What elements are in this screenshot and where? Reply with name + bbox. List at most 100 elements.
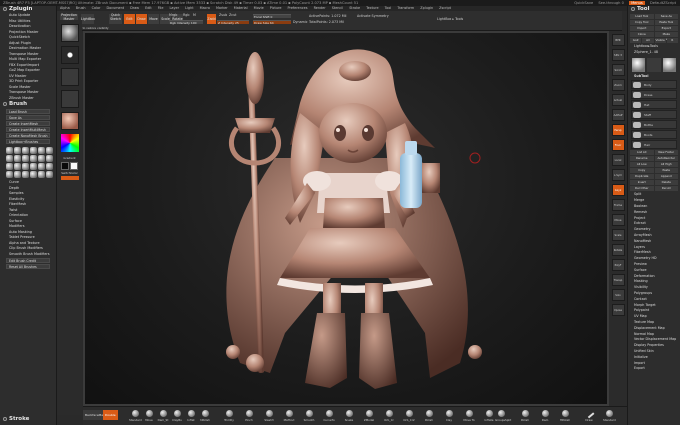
menu-render[interactable]: Render	[314, 6, 326, 10]
brush-swatch[interactable]	[6, 163, 13, 170]
actual-button[interactable]: Actual	[611, 94, 625, 106]
quick-sketch-button[interactable]: Quick Sketch	[109, 13, 122, 24]
r-button[interactable]: R	[666, 38, 678, 43]
clone-button[interactable]: Clone	[630, 32, 654, 37]
local-button[interactable]: Local	[611, 154, 625, 166]
color-alternate-button[interactable]	[60, 176, 79, 180]
brush-swatch[interactable]	[14, 155, 21, 162]
brush-slot[interactable]: Move To	[463, 410, 475, 422]
tool-thumbnail[interactable]	[662, 57, 676, 72]
brush-slot[interactable]: TrimDy	[223, 410, 235, 422]
rgb-toggle[interactable]: Rgb	[183, 13, 189, 17]
frame-button[interactable]: Frame	[611, 199, 625, 211]
brush-swatch[interactable]	[6, 147, 13, 154]
bpr-button[interactable]: BPR	[611, 34, 625, 46]
menu-stroke[interactable]: Stroke	[349, 6, 360, 10]
brush-slot[interactable]: Snake	[343, 410, 355, 422]
brush-slot[interactable]: HPolish	[559, 410, 571, 422]
menu-macro[interactable]: Macro	[200, 6, 210, 10]
texture-thumbnail[interactable]	[60, 90, 79, 108]
brush-swatch[interactable]	[46, 155, 53, 162]
double-toggle[interactable]: Double	[103, 410, 118, 420]
rename-button[interactable]: Rename	[630, 156, 654, 162]
subtool-item[interactable]: Hair	[631, 140, 677, 150]
brush-slot[interactable]: Orb_Cr	[383, 410, 395, 422]
menu-preferences[interactable]: Preferences	[288, 6, 308, 10]
subtool-item[interactable]: Hat	[631, 100, 677, 110]
brush-slot[interactable]: Pinch	[243, 410, 255, 422]
zadd-button[interactable]: Zadd	[207, 14, 216, 24]
visible-button[interactable]: Visible	[654, 38, 666, 43]
brush-slot[interactable]: GroupsSplit	[495, 410, 511, 422]
edit-brush-credit-button[interactable]: Edit Brush Credit	[6, 258, 50, 263]
secondary-color-swatch[interactable]	[70, 162, 78, 170]
brush-swatch[interactable]	[22, 171, 29, 178]
brush-thumbnail[interactable]	[60, 46, 79, 64]
append-button[interactable]: Append	[654, 174, 678, 180]
rgb-intensity-slider[interactable]: Rgb Intensity 100	[169, 20, 203, 25]
zcut-button[interactable]: Zcut	[229, 13, 236, 17]
gxyz-button[interactable]: Gxyz	[611, 184, 625, 196]
brush-swatch[interactable]	[14, 147, 21, 154]
floor-button[interactable]: Floor	[611, 139, 625, 151]
solo-button[interactable]: Solo	[611, 289, 625, 301]
tool-thumbnail[interactable]	[632, 57, 646, 72]
scale-view-button[interactable]: Scale	[611, 229, 625, 241]
subtool-item[interactable]: Bottle	[631, 120, 677, 130]
gradient-label[interactable]: Gradient	[57, 156, 82, 160]
brush-slot[interactable]: ZModel	[363, 410, 375, 422]
menu-transform[interactable]: Transform	[397, 6, 414, 10]
brush-slot[interactable]: Move	[143, 410, 155, 422]
menu-marker[interactable]: Marker	[216, 6, 228, 10]
brush-slot[interactable]: Dam_St	[157, 410, 169, 422]
all-button[interactable]: All	[642, 38, 654, 43]
goz-button[interactable]: GoZ	[630, 38, 642, 43]
stroke-thumbnail[interactable]	[60, 68, 79, 86]
mrgb-toggle[interactable]: Mrgb	[169, 13, 177, 17]
scroll-button[interactable]: Scroll	[611, 64, 625, 76]
paste-tool-button[interactable]: Paste Tool	[654, 20, 678, 25]
subtool-header[interactable]: SubTool	[628, 74, 680, 80]
brush-palette-header[interactable]: Brush	[0, 101, 56, 108]
create-insertmesh-button[interactable]: Create InsertMesh	[6, 121, 50, 126]
create-insertmultimesh-button[interactable]: Create InsertMultiMesh	[6, 127, 50, 132]
dynamic-toggle[interactable]: Dynamic	[293, 20, 308, 24]
menu-stencil[interactable]: Stencil	[332, 6, 343, 10]
menu-zplugin[interactable]: Zplugin	[420, 6, 433, 10]
palette-toggle-icon[interactable]	[3, 416, 7, 421]
switch-color-label[interactable]: SwitchColor	[57, 171, 82, 175]
menu-document[interactable]: Document	[107, 6, 125, 10]
menus-button[interactable]: Menus	[629, 1, 645, 5]
insert-button[interactable]: Insert	[630, 180, 654, 186]
copy-subtool-button[interactable]: Copy	[630, 168, 654, 174]
main-color-swatch[interactable]	[61, 162, 69, 170]
brush-swatch[interactable]	[30, 147, 37, 154]
make-polymesh-button[interactable]: Make PolyMesh3D	[654, 32, 678, 41]
brush-swatch[interactable]	[22, 155, 29, 162]
reset-all-brushes-button[interactable]: Reset All Brushes	[6, 264, 50, 269]
menu-alpha[interactable]: Alpha	[60, 6, 70, 10]
brush-slot[interactable]: Polish	[423, 410, 435, 422]
brush-slot[interactable]: Inflat	[185, 410, 197, 422]
brush-swatch[interactable]	[6, 171, 13, 178]
move-button[interactable]: Move	[148, 14, 159, 24]
subtool-item[interactable]: Body	[631, 80, 677, 90]
subtool-item[interactable]: Dress	[631, 90, 677, 100]
menu-texture[interactable]: Texture	[366, 6, 378, 10]
move-view-button[interactable]: Move	[611, 214, 625, 226]
brush-swatch[interactable]	[6, 155, 13, 162]
brush-slot[interactable]: Inflate	[483, 410, 495, 422]
autoreorder-button[interactable]: AutoReorder	[654, 156, 678, 162]
edit-button[interactable]: Edit	[124, 14, 135, 24]
tool-thumbnail[interactable]	[647, 57, 661, 72]
import-tool-button[interactable]: Import	[630, 26, 654, 31]
brush-slot[interactable]: MAHcut	[283, 410, 295, 422]
brush-swatch[interactable]	[30, 171, 37, 178]
lsym-button[interactable]: L.Sym	[611, 169, 625, 181]
color-picker[interactable]	[60, 134, 79, 152]
save-as-button[interactable]: Save As	[6, 115, 50, 120]
brush-swatch[interactable]	[30, 155, 37, 162]
del-other-button[interactable]: Del Other	[630, 186, 654, 192]
brush-slot[interactable]: CurveTu	[323, 410, 335, 422]
menu-movie[interactable]: Movie	[254, 6, 264, 10]
